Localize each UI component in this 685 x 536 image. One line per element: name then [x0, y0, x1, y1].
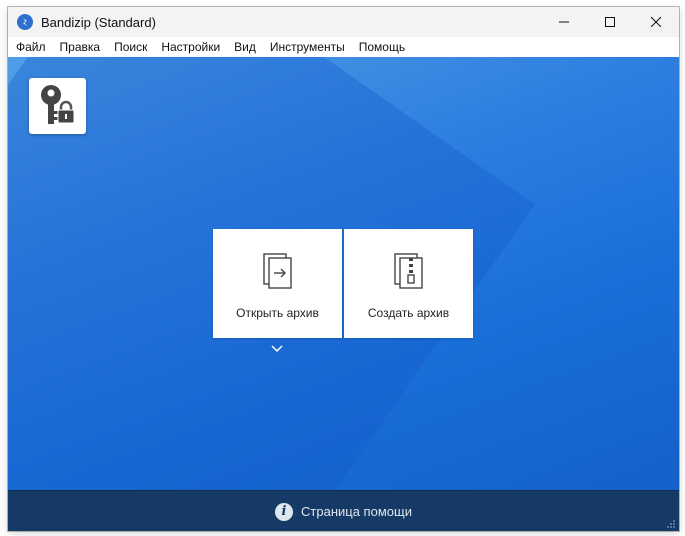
chevron-down-icon[interactable]: [271, 343, 283, 353]
key-lock-icon: [40, 85, 74, 124]
create-archive-label: Создать архив: [367, 306, 450, 320]
window-controls: [541, 7, 679, 37]
resize-grip-icon[interactable]: [666, 519, 676, 529]
close-icon: [651, 17, 661, 27]
menu-help[interactable]: Помощь: [352, 37, 412, 57]
maximize-button[interactable]: [587, 7, 633, 37]
open-archive-label: Открыть архив: [236, 306, 319, 320]
help-page-link[interactable]: Страница помощи: [301, 504, 412, 519]
menu-file[interactable]: Файл: [8, 37, 53, 57]
menu-view[interactable]: Вид: [227, 37, 263, 57]
open-archive-button[interactable]: Открыть архив: [213, 229, 342, 338]
title-bar[interactable]: Bandizip (Standard): [8, 7, 679, 37]
minimize-button[interactable]: [541, 7, 587, 37]
close-button[interactable]: [633, 7, 679, 37]
app-window: Bandizip (Standard) Файл Правка Поиск На…: [8, 7, 679, 531]
zip-archive-icon: [393, 253, 423, 289]
create-archive-button[interactable]: Создать архив: [344, 229, 473, 338]
menu-settings[interactable]: Настройки: [154, 37, 227, 57]
menu-tools[interactable]: Инструменты: [263, 37, 352, 57]
main-area: Открыть архив Создать архив: [8, 57, 679, 490]
minimize-icon: [559, 21, 569, 23]
menu-edit[interactable]: Правка: [53, 37, 108, 57]
open-archive-icon: [262, 253, 292, 289]
info-icon: i: [275, 502, 294, 521]
bandizip-logo-icon: [17, 14, 33, 30]
help-footer[interactable]: i Страница помощи: [8, 490, 679, 531]
menu-search[interactable]: Поиск: [107, 37, 154, 57]
menu-bar: Файл Правка Поиск Настройки Вид Инструме…: [8, 37, 679, 57]
password-manager-button[interactable]: [29, 78, 86, 134]
maximize-icon: [605, 17, 615, 27]
window-title: Bandizip (Standard): [41, 14, 156, 30]
